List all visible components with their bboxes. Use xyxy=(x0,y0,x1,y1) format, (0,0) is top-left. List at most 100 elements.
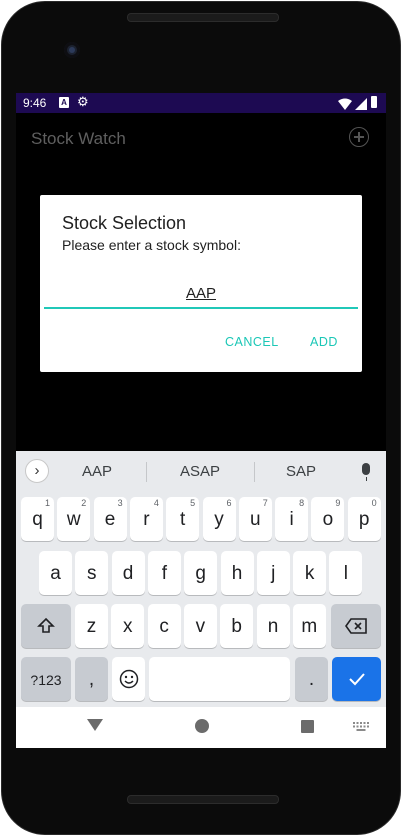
suggestion-3[interactable]: SAP xyxy=(286,463,316,480)
key-u[interactable]: u7 xyxy=(238,497,272,541)
key-w-label: w xyxy=(66,509,81,530)
key-q-hint: 1 xyxy=(44,498,50,508)
recents-icon[interactable] xyxy=(301,720,314,733)
wifi-icon xyxy=(338,98,352,110)
suggestion-2[interactable]: ASAP xyxy=(180,463,220,480)
key-r-hint: 4 xyxy=(153,498,159,508)
key-v[interactable]: v xyxy=(183,604,217,648)
stock-selection-dialog: Stock Selection Please enter a stock sym… xyxy=(40,195,362,372)
key-b[interactable]: b xyxy=(220,604,254,648)
navigation-bar xyxy=(16,707,386,748)
key-c[interactable]: c xyxy=(147,604,181,648)
key-z[interactable]: z xyxy=(75,604,108,648)
shift-key[interactable] xyxy=(21,604,71,648)
key-j-label: j xyxy=(271,563,276,584)
key-n-label: n xyxy=(267,616,279,637)
key-t-hint: 5 xyxy=(190,498,196,508)
key-y-label: y xyxy=(214,509,224,530)
comma-key-label: , xyxy=(88,669,95,690)
key-k[interactable]: k xyxy=(293,551,327,595)
key-r[interactable]: r4 xyxy=(129,497,163,541)
key-z-label: z xyxy=(86,616,97,637)
key-e-hint: 3 xyxy=(117,498,123,508)
emoji-key[interactable] xyxy=(112,657,145,701)
expand-suggestions-icon[interactable]: › xyxy=(25,459,49,483)
dialog-title: Stock Selection xyxy=(62,213,187,233)
key-i-hint: 8 xyxy=(299,498,305,508)
enter-key[interactable] xyxy=(332,657,381,701)
screen: 9:46 A ⚙ Stock Watch Stock Selection Ple… xyxy=(16,93,386,748)
key-x-label: x xyxy=(123,616,133,637)
suggestion-divider xyxy=(254,462,255,482)
symbols-key[interactable]: ?123 xyxy=(21,657,71,701)
key-d[interactable]: d xyxy=(111,551,145,595)
key-q[interactable]: q1 xyxy=(21,497,54,541)
key-s[interactable]: s xyxy=(75,551,109,595)
key-q-label: q xyxy=(32,509,43,530)
key-w[interactable]: w2 xyxy=(57,497,91,541)
emoji-icon xyxy=(119,669,138,689)
key-p-label: p xyxy=(358,509,370,530)
key-l[interactable]: l xyxy=(329,551,363,595)
key-o[interactable]: o9 xyxy=(311,497,345,541)
key-b-label: b xyxy=(231,616,242,637)
status-bar: 9:46 A ⚙ xyxy=(16,93,386,113)
a-notification-icon: A xyxy=(59,97,69,108)
app-bar: Stock Watch xyxy=(16,113,386,163)
key-i[interactable]: i8 xyxy=(275,497,309,541)
key-h[interactable]: h xyxy=(220,551,254,595)
app-title: Stock Watch xyxy=(31,129,126,148)
home-icon[interactable] xyxy=(195,719,209,733)
key-i-label: i xyxy=(289,509,294,530)
key-w-hint: 2 xyxy=(81,498,87,508)
status-time: 9:46 xyxy=(23,96,47,110)
key-t-label: t xyxy=(180,509,186,530)
key-e[interactable]: e3 xyxy=(93,497,127,541)
key-g[interactable]: g xyxy=(184,551,218,595)
mic-icon[interactable] xyxy=(362,463,370,481)
key-n[interactable]: n xyxy=(256,604,290,648)
phone-device: 9:46 A ⚙ Stock Watch Stock Selection Ple… xyxy=(0,0,402,836)
signal-icon xyxy=(355,98,367,110)
key-j[interactable]: j xyxy=(256,551,290,595)
add-button[interactable]: ADD xyxy=(310,335,338,349)
suggestion-1[interactable]: AAP xyxy=(82,463,112,480)
key-s-label: s xyxy=(87,563,97,584)
period-key[interactable]: . xyxy=(295,657,328,701)
key-a[interactable]: a xyxy=(39,551,72,595)
enter-check-icon xyxy=(348,673,365,686)
key-d-label: d xyxy=(122,563,134,584)
dialog-message: Please enter a stock symbol: xyxy=(62,237,241,253)
top-speaker-grille xyxy=(127,13,279,22)
back-icon[interactable] xyxy=(87,719,103,731)
key-x[interactable]: x xyxy=(111,604,145,648)
key-o-label: o xyxy=(322,509,334,530)
key-h-label: h xyxy=(231,563,243,584)
key-f[interactable]: f xyxy=(147,551,181,595)
key-t[interactable]: t5 xyxy=(166,497,200,541)
key-p[interactable]: p0 xyxy=(347,497,381,541)
period-key-label: . xyxy=(308,669,315,690)
keyboard-switch-icon[interactable] xyxy=(353,722,369,731)
key-l-label: l xyxy=(343,563,348,584)
key-g-label: g xyxy=(195,563,206,584)
gear-icon: ⚙ xyxy=(77,94,89,109)
soft-keyboard: › AAP ASAP SAP q1w2e3r4t5y6u7i8o9p0asdfg… xyxy=(16,451,386,748)
comma-key[interactable]: , xyxy=(75,657,108,701)
key-e-label: e xyxy=(104,509,116,530)
shift-icon xyxy=(37,617,55,633)
key-m[interactable]: m xyxy=(292,604,326,648)
stock-symbol-input[interactable]: AAP xyxy=(44,281,358,309)
add-circle-icon[interactable] xyxy=(349,127,369,147)
key-p-hint: 0 xyxy=(371,498,377,508)
key-u-hint: 7 xyxy=(262,498,268,508)
key-r-label: r xyxy=(143,509,150,530)
key-v-label: v xyxy=(195,616,206,637)
key-m-label: m xyxy=(301,616,318,637)
cancel-button[interactable]: CANCEL xyxy=(225,335,279,349)
key-y[interactable]: y6 xyxy=(202,497,236,541)
symbols-key-label: ?123 xyxy=(30,672,62,688)
stock-symbol-input-value: AAP xyxy=(185,285,216,302)
backspace-key[interactable] xyxy=(331,604,381,648)
space-key[interactable] xyxy=(149,657,290,701)
